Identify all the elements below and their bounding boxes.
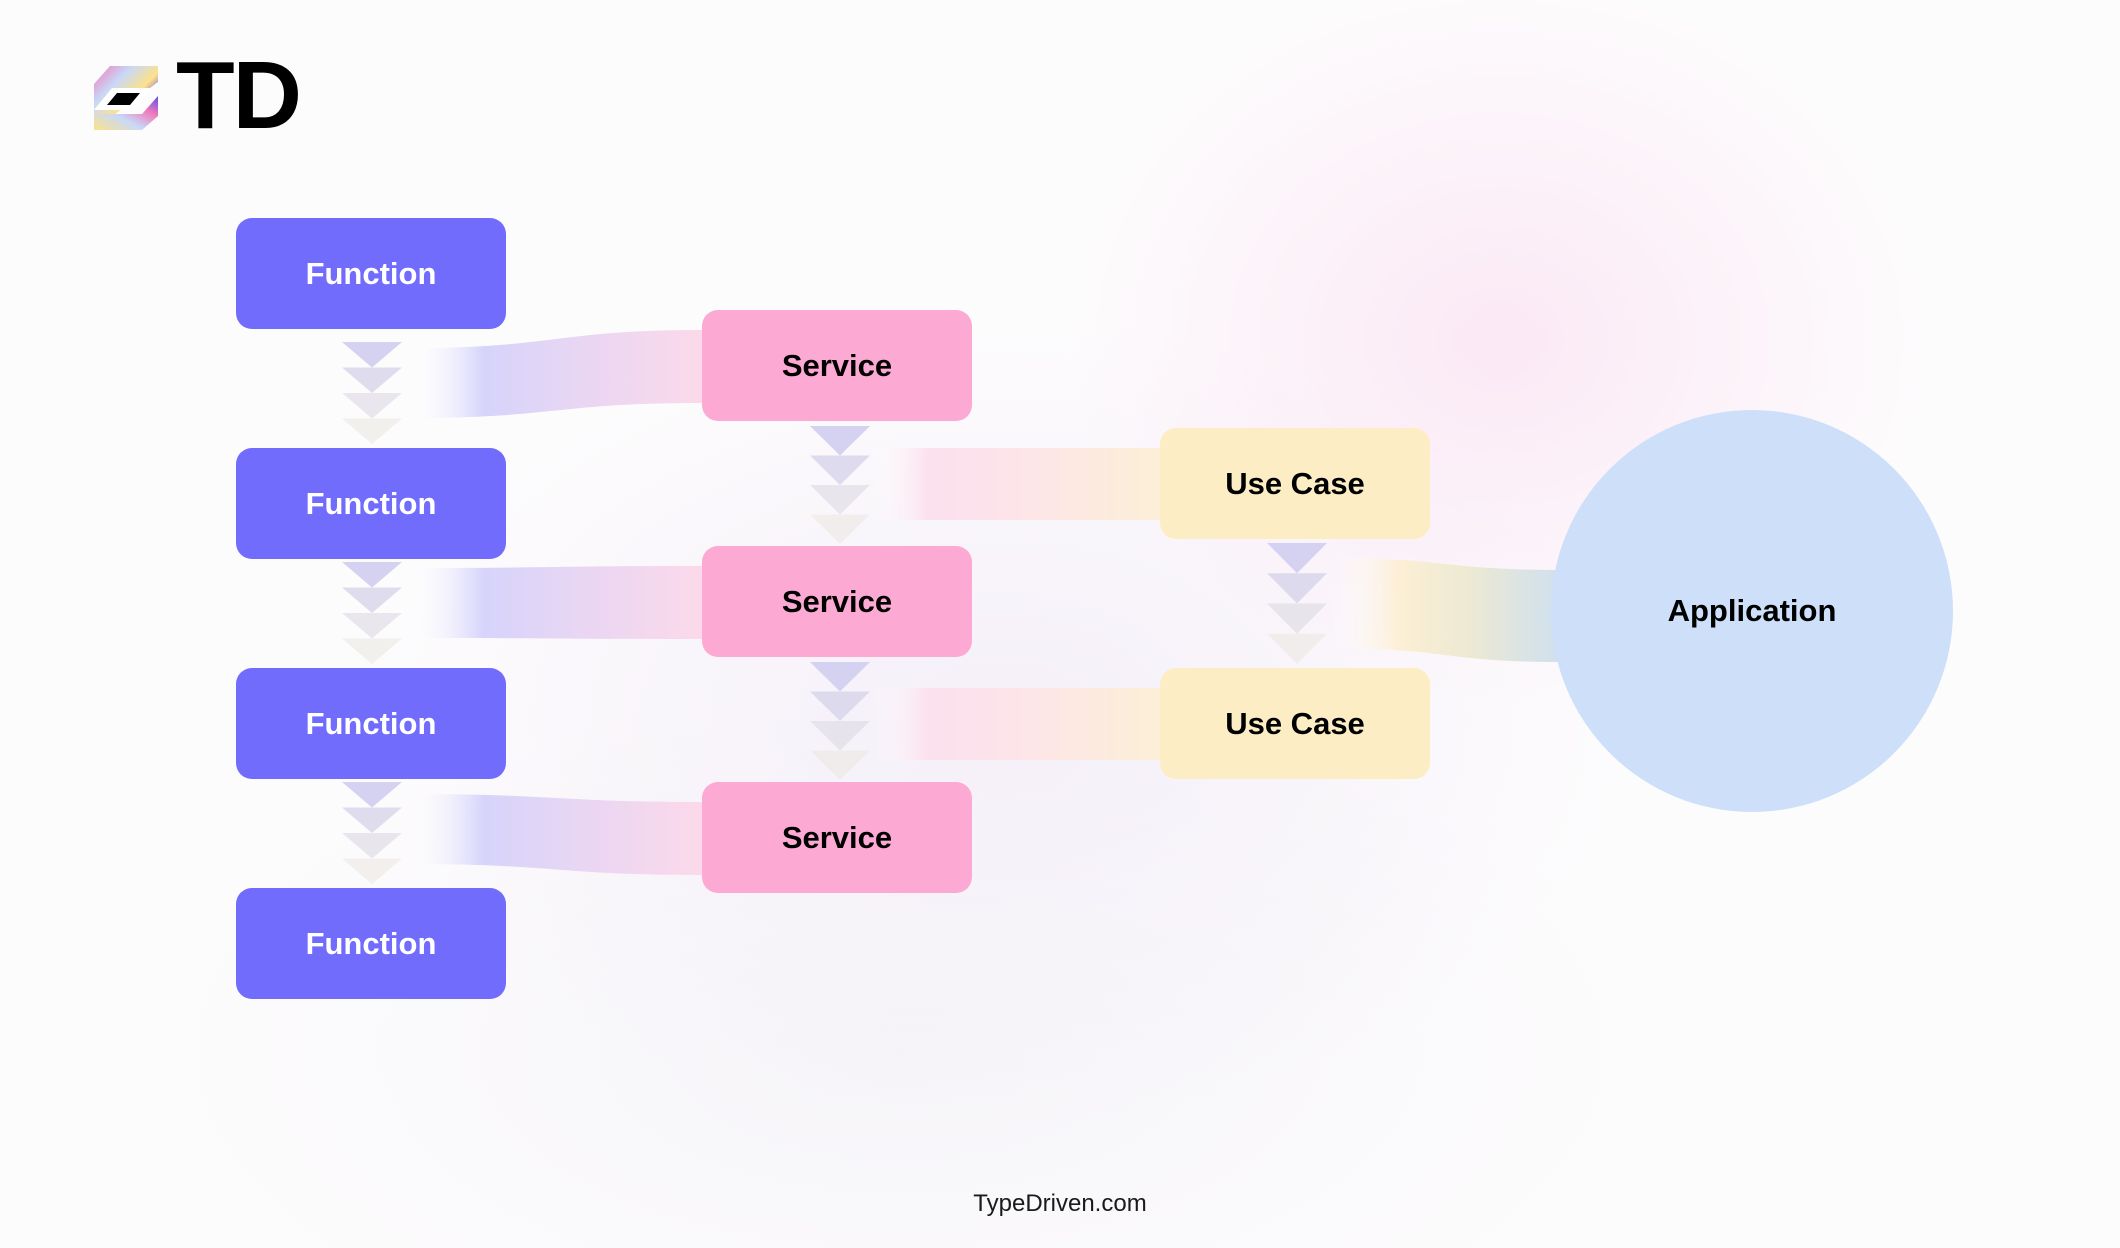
function-label: Function bbox=[305, 705, 437, 741]
application-node: Application bbox=[1551, 410, 1953, 812]
chevron-down-icon bbox=[342, 807, 402, 833]
service-label: Service bbox=[781, 819, 893, 855]
chevron-down-icon bbox=[342, 638, 402, 664]
service-node: Service bbox=[702, 546, 972, 657]
function-service-connector bbox=[410, 566, 702, 639]
function-service-connector bbox=[410, 330, 702, 418]
chevron-down-icon bbox=[342, 562, 402, 588]
function-label: Function bbox=[305, 255, 437, 291]
chevron-down-icon bbox=[810, 514, 870, 544]
function-label: Function bbox=[305, 485, 437, 521]
chevron-down-icon bbox=[810, 750, 870, 780]
chevron-down-icon bbox=[342, 367, 402, 393]
service-usecase-connector bbox=[870, 688, 1162, 760]
service-node: Service bbox=[702, 782, 972, 893]
use-case-node: Use Case bbox=[1160, 428, 1430, 539]
chevron-down-icon bbox=[342, 833, 402, 859]
footer-url: TypeDriven.com bbox=[973, 1190, 1147, 1217]
chevron-down-icon bbox=[1267, 633, 1327, 664]
application-label: Application bbox=[1667, 593, 1837, 628]
use-case-label: Use Case bbox=[1225, 465, 1365, 501]
chevron-down-icon bbox=[342, 393, 402, 419]
function-label: Function bbox=[305, 925, 437, 961]
function-node: Function bbox=[236, 218, 506, 329]
service-label: Service bbox=[781, 583, 893, 619]
service-label: Service bbox=[781, 347, 893, 383]
service-usecase-connector bbox=[870, 448, 1162, 520]
chevron-down-icon bbox=[342, 342, 402, 368]
use-case-node: Use Case bbox=[1160, 668, 1430, 779]
function-node: Function bbox=[236, 668, 506, 779]
use-case-label: Use Case bbox=[1225, 705, 1365, 741]
chevron-down-icon bbox=[342, 782, 402, 808]
chevron-down-icon bbox=[810, 691, 870, 721]
chevron-down-icon bbox=[810, 455, 870, 485]
chevron-down-icon bbox=[1267, 543, 1327, 574]
usecase-application-connector bbox=[1330, 558, 1560, 662]
function-service-connector bbox=[410, 794, 702, 875]
chevron-down-icon bbox=[342, 418, 402, 444]
chevron-down-icon bbox=[342, 587, 402, 613]
chevron-down-icon bbox=[810, 721, 870, 751]
chevron-down-icon bbox=[810, 485, 870, 515]
chevron-down-icon bbox=[1267, 603, 1327, 634]
function-node: Function bbox=[236, 448, 506, 559]
chevron-down-icon bbox=[810, 426, 870, 456]
chevron-down-icon bbox=[342, 858, 402, 884]
function-node: Function bbox=[236, 888, 506, 999]
chevron-down-icon bbox=[1267, 573, 1327, 604]
service-node: Service bbox=[702, 310, 972, 421]
chevron-down-icon bbox=[810, 662, 870, 692]
chevron-down-icon bbox=[342, 613, 402, 639]
